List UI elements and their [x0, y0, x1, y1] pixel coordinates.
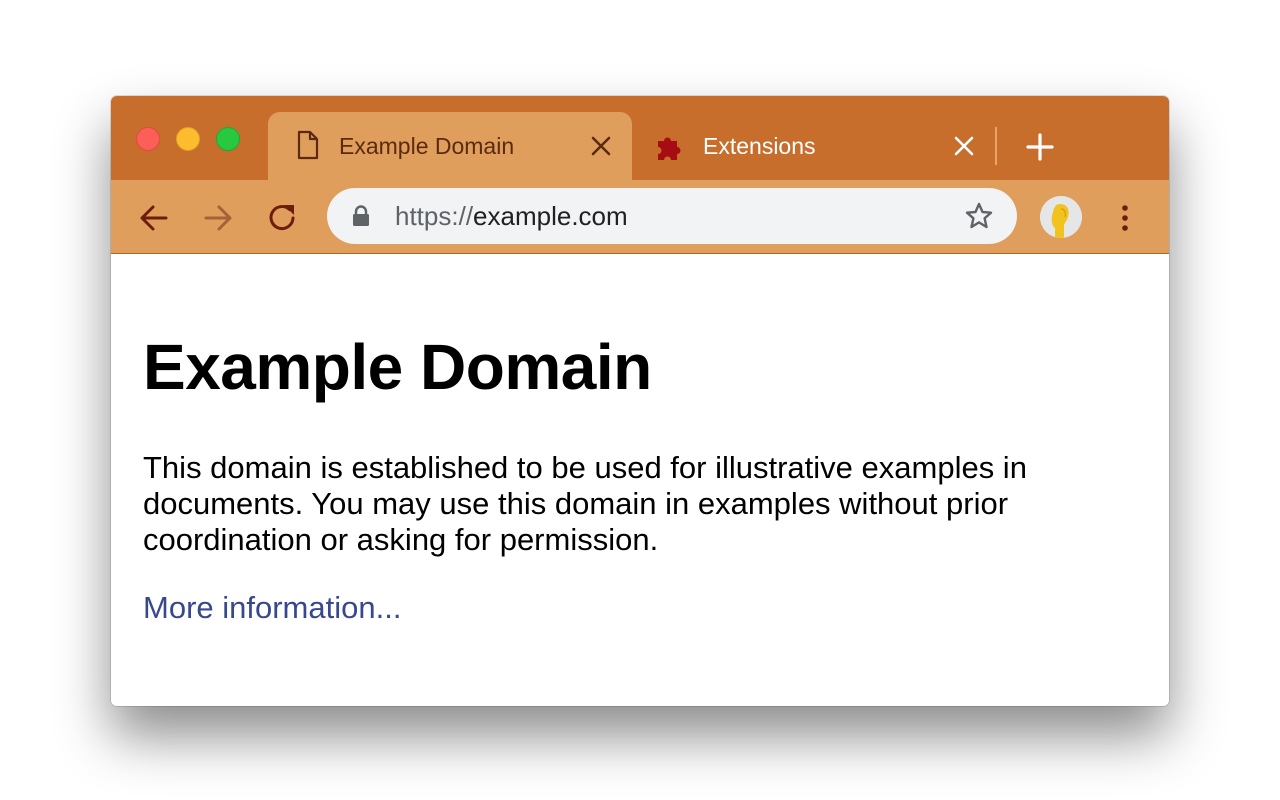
tab-extensions[interactable]: Extensions: [643, 112, 993, 180]
arrow-left-icon: [140, 205, 168, 231]
browser-window: Example Domain Extensions https://exampl…: [111, 96, 1169, 706]
url-host: example.com: [473, 201, 628, 231]
arrow-right-icon: [204, 205, 232, 231]
bookmark-star-button[interactable]: [964, 201, 994, 236]
more-information-link[interactable]: More information...: [143, 590, 401, 626]
tab-strip: Example Domain Extensions: [111, 96, 1169, 180]
puzzle-icon: [655, 132, 685, 167]
close-window-button[interactable]: [136, 127, 160, 151]
forward-button[interactable]: [200, 200, 236, 236]
tab-close-button[interactable]: [949, 130, 979, 162]
page-body-text: This domain is established to be used fo…: [143, 450, 1027, 557]
back-button[interactable]: [136, 200, 172, 236]
tab-close-button[interactable]: [586, 130, 616, 162]
profile-avatar-button[interactable]: [1040, 196, 1082, 238]
tab-separator: [995, 127, 997, 165]
browser-menu-button[interactable]: [1111, 200, 1139, 236]
zoom-window-button[interactable]: [216, 127, 240, 151]
address-bar[interactable]: https://example.com: [327, 188, 1017, 244]
close-icon: [591, 136, 611, 156]
reload-icon: [269, 205, 295, 231]
url-scheme: https://: [395, 201, 474, 231]
url-text[interactable]: https://example.com: [395, 200, 628, 232]
tab-title: Example Domain: [339, 133, 515, 159]
tab-title: Extensions: [703, 133, 816, 159]
page-heading: Example Domain: [143, 331, 652, 403]
tab-example-domain[interactable]: Example Domain: [268, 112, 632, 180]
page-icon: [296, 130, 320, 165]
close-icon: [954, 136, 974, 156]
new-tab-button[interactable]: [1023, 130, 1057, 164]
kebab-menu-icon: [1122, 205, 1128, 231]
toolbar: https://example.com: [111, 180, 1169, 254]
lock-icon[interactable]: [351, 205, 371, 232]
star-icon: [965, 202, 993, 229]
reload-button[interactable]: [265, 200, 301, 236]
avatar-icon: [1040, 196, 1082, 238]
page-content: Example Domain This domain is establishe…: [111, 254, 1169, 706]
plus-icon: [1026, 133, 1054, 161]
minimize-window-button[interactable]: [176, 127, 200, 151]
